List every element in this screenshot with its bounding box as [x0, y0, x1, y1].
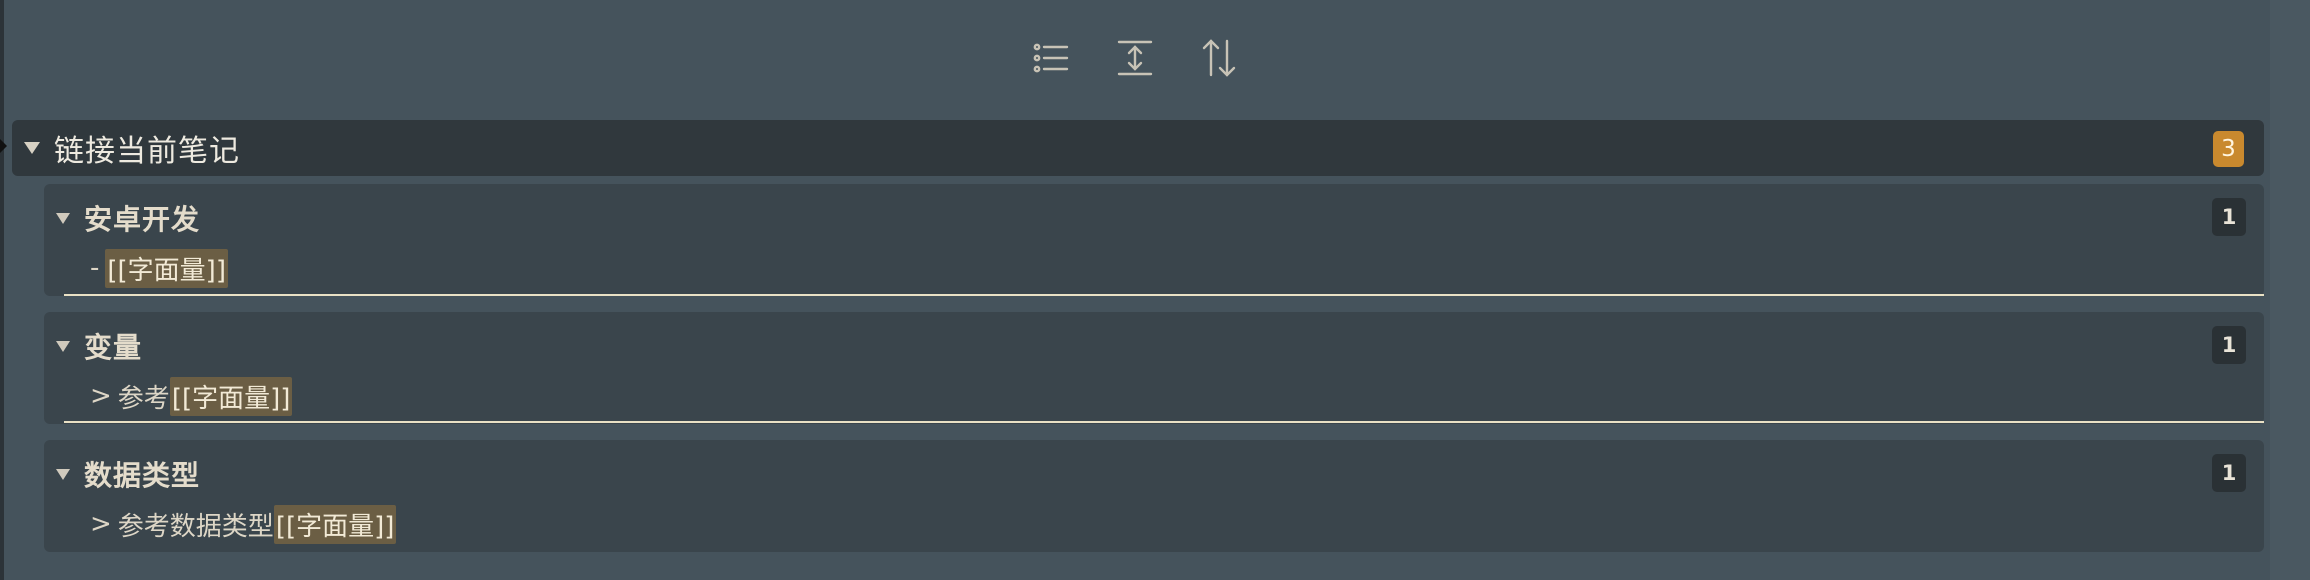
result-file-title[interactable]: 数据类型 — [84, 454, 200, 494]
collapse-caret-icon[interactable] — [56, 340, 70, 352]
line-prefix: > — [90, 509, 112, 539]
scrollbar-gutter[interactable] — [2270, 0, 2310, 580]
backlinks-group-header[interactable]: 链接当前笔记 3 — [12, 120, 2264, 176]
divider — [64, 421, 2264, 423]
expand-collapse-button[interactable] — [1114, 34, 1156, 82]
left-pane-edge — [0, 0, 4, 580]
divider — [64, 294, 2264, 296]
result-match-line[interactable]: - [[字面量]] — [90, 248, 228, 288]
search-result-item[interactable]: 变量 1 > 参考 [[字面量]] — [44, 312, 2264, 424]
match-highlight: [[字面量]] — [273, 504, 397, 544]
pane-collapse-arrow-icon[interactable] — [0, 139, 7, 153]
collapse-caret-icon[interactable] — [56, 468, 70, 480]
result-header[interactable]: 安卓开发 1 — [44, 198, 2264, 238]
line-prefix: > — [90, 381, 112, 411]
result-file-title[interactable]: 安卓开发 — [84, 198, 200, 238]
search-result-item[interactable]: 数据类型 1 > 参考数据类型 [[字面量]] — [44, 440, 2264, 552]
sort-icon — [1202, 39, 1236, 77]
group-title: 链接当前笔记 — [54, 134, 240, 169]
list-icon — [1033, 43, 1069, 73]
result-match-line[interactable]: > 参考数据类型 [[字面量]] — [90, 504, 397, 544]
list-view-button[interactable] — [1030, 34, 1072, 82]
group-count-badge: 3 — [2213, 131, 2244, 167]
match-highlight: [[字面量]] — [169, 376, 293, 416]
expand-vertical-icon — [1117, 40, 1153, 76]
collapse-caret-icon[interactable] — [56, 212, 70, 224]
match-highlight: [[字面量]] — [105, 248, 228, 288]
line-text: 参考 — [117, 383, 170, 414]
result-count-badge: 1 — [2212, 454, 2246, 492]
result-match-line[interactable]: > 参考 [[字面量]] — [90, 376, 293, 416]
result-header[interactable]: 变量 1 — [44, 326, 2264, 366]
result-header[interactable]: 数据类型 1 — [44, 454, 2264, 494]
toolbar — [1030, 34, 1240, 82]
sort-button[interactable] — [1198, 34, 1240, 82]
line-text: 参考数据类型 — [117, 511, 274, 542]
result-file-title[interactable]: 变量 — [84, 326, 142, 366]
line-prefix: - — [90, 253, 100, 283]
collapse-caret-icon[interactable] — [24, 142, 40, 154]
result-count-badge: 1 — [2212, 326, 2246, 364]
result-count-badge: 1 — [2212, 198, 2246, 236]
search-result-item[interactable]: 安卓开发 1 - [[字面量]] — [44, 184, 2264, 296]
